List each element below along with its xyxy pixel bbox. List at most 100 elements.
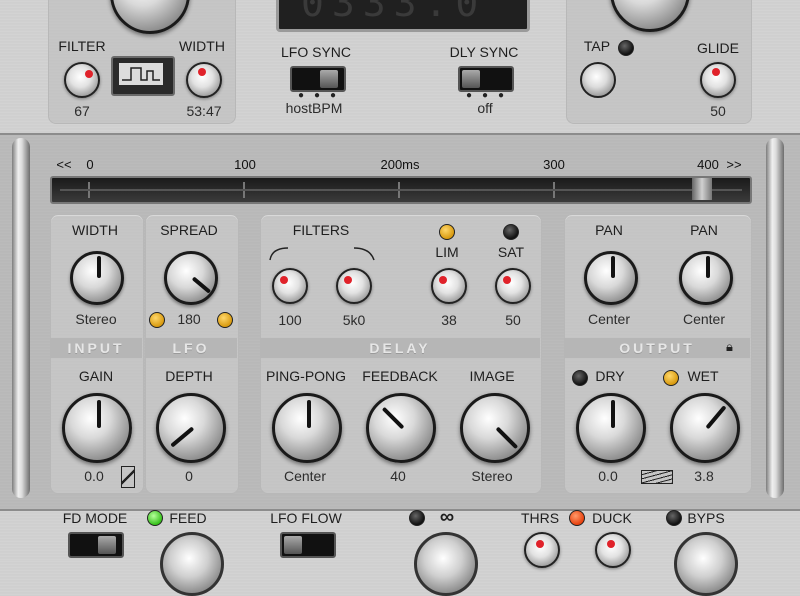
dly-sync-label: DLY SYNC (449, 44, 519, 60)
lfo-section-title: LFO (145, 338, 237, 358)
spread-value: 180 (177, 311, 201, 327)
dry-led[interactable] (572, 370, 588, 386)
lfo-flow-switch[interactable] (280, 532, 336, 558)
lfo-flow-label: LFO FLOW (270, 510, 342, 526)
bypass-led[interactable] (666, 510, 682, 526)
spread-knob[interactable] (164, 251, 218, 305)
sat-value: 50 (505, 312, 521, 328)
lim-label: LIM (435, 244, 459, 260)
wet-value: 3.8 (694, 468, 714, 484)
infinity-led[interactable] (409, 510, 425, 526)
dry-knob[interactable] (576, 393, 646, 463)
duck-led[interactable] (569, 510, 585, 526)
wet-label: WET (687, 368, 719, 384)
pan2-label: PAN (690, 222, 718, 238)
feedback-knob[interactable] (366, 393, 436, 463)
ruler-right-arrow[interactable]: >> (726, 157, 741, 172)
lfo-sync-label: LFO SYNC (280, 44, 352, 60)
lim-led[interactable] (439, 224, 455, 240)
spread-led-left (149, 312, 165, 328)
ruler-left-arrow[interactable]: << (56, 157, 71, 172)
pingpong-value: Center (283, 468, 327, 484)
ruler-tick-300: 300 (543, 157, 565, 172)
width-top-knob[interactable] (186, 62, 222, 98)
width-top-label: WIDTH (179, 38, 225, 54)
input-width-value: Stereo (75, 311, 117, 327)
dry-value: 0.0 (598, 468, 618, 484)
delay-section-title: DELAY (260, 338, 540, 358)
filter-high-knob[interactable] (336, 268, 372, 304)
input-width-knob[interactable] (70, 251, 124, 305)
filter-low-value: 100 (278, 312, 302, 328)
glide-value: 50 (710, 103, 726, 119)
wet-led[interactable] (663, 370, 679, 386)
lock-icon[interactable]: 🔒︎ (726, 339, 733, 355)
depth-label: DEPTH (165, 368, 213, 384)
gain-knob[interactable] (62, 393, 132, 463)
filter-high-value: 5k0 (342, 312, 366, 328)
pan2-value: Center (682, 311, 726, 327)
waveform-icon (119, 63, 163, 85)
dry-wet-link-icon[interactable] (641, 470, 673, 484)
feed-label: FEED (169, 510, 207, 526)
image-value: Stereo (471, 468, 513, 484)
depth-value: 0 (185, 468, 193, 484)
ruler-tick-400: 400 (697, 157, 719, 172)
glide-knob[interactable] (700, 62, 736, 98)
glide-label: GLIDE (696, 40, 740, 56)
pan2-knob[interactable] (679, 251, 733, 305)
thrs-knob[interactable] (524, 532, 560, 568)
pingpong-label: PING-PONG (265, 368, 347, 384)
slider-centerline (60, 189, 742, 191)
gain-value: 0.0 (84, 468, 104, 484)
width-top-value: 53:47 (186, 103, 222, 119)
lim-value: 38 (441, 312, 457, 328)
sat-led[interactable] (503, 224, 519, 240)
right-rail-handle (766, 138, 784, 498)
waveform-select-button[interactable] (111, 56, 175, 96)
duck-knob[interactable] (595, 532, 631, 568)
spread-label: SPREAD (160, 222, 218, 238)
dry-label: DRY (595, 368, 625, 384)
gain-curve-icon[interactable] (121, 466, 135, 488)
output-section-title: OUTPUT (564, 338, 750, 358)
delay-time-slider-track[interactable] (50, 176, 752, 204)
gain-label: GAIN (78, 368, 114, 384)
lfo-sync-value: hostBPM (285, 100, 343, 116)
input-width-label: WIDTH (72, 222, 118, 238)
sat-knob[interactable] (495, 268, 531, 304)
tap-label: TAP (583, 38, 611, 54)
thrs-label: THRS (520, 510, 560, 526)
pingpong-knob[interactable] (272, 393, 342, 463)
bypass-footswitch[interactable] (674, 532, 738, 596)
dly-sync-switch[interactable] (458, 66, 514, 92)
image-knob[interactable] (460, 393, 530, 463)
fd-mode-switch[interactable] (68, 532, 124, 558)
left-rail-handle (12, 138, 30, 498)
ruler-tick-200: 200ms (380, 157, 420, 172)
ruler-tick-0: 0 (86, 157, 94, 172)
filter-label: FILTER (58, 38, 106, 54)
duck-label: DUCK (592, 510, 632, 526)
feedback-value: 40 (390, 468, 406, 484)
infinity-footswitch[interactable] (414, 532, 478, 596)
feed-led[interactable] (147, 510, 163, 526)
feed-footswitch[interactable] (160, 532, 224, 596)
filters-label: FILTERS (292, 222, 350, 238)
image-label: IMAGE (469, 368, 515, 384)
tap-led (618, 40, 634, 56)
tap-button[interactable] (580, 62, 616, 98)
filters-bracket-icon (269, 247, 375, 261)
delay-time-slider-thumb[interactable] (692, 178, 712, 200)
wet-knob[interactable] (670, 393, 740, 463)
dly-sync-value: off (477, 100, 493, 116)
filter-low-knob[interactable] (272, 268, 308, 304)
infinity-label: ∞ (439, 506, 455, 528)
filter-knob[interactable] (64, 62, 100, 98)
lim-knob[interactable] (431, 268, 467, 304)
pan1-knob[interactable] (584, 251, 638, 305)
lfo-sync-switch[interactable] (290, 66, 346, 92)
depth-knob[interactable] (156, 393, 226, 463)
filter-value: 67 (74, 103, 90, 119)
feedback-label: FEEDBACK (362, 368, 438, 384)
